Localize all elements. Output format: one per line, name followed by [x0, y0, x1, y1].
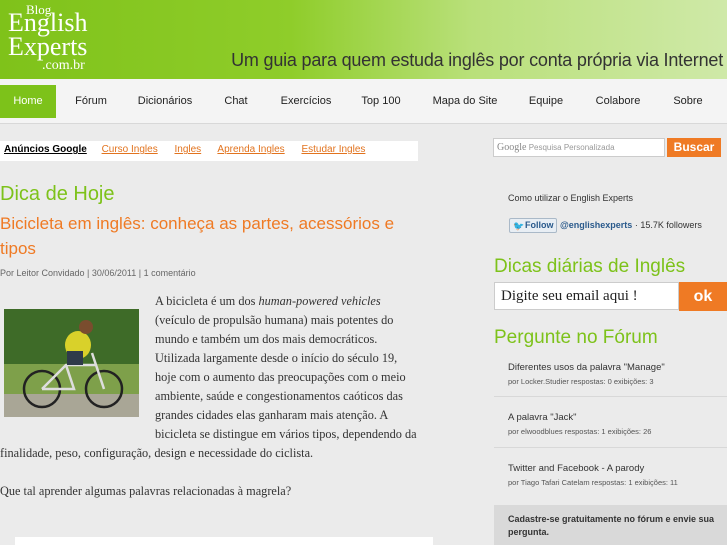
- forum-divider: [494, 396, 727, 397]
- daily-tips-title: Dicas diárias de Inglês: [494, 256, 686, 277]
- post-body: A bicicleta é um dos human-powered vehic…: [0, 292, 420, 463]
- post-title[interactable]: Bicicleta em inglês: conheça as partes, …: [0, 211, 410, 261]
- nav-forum[interactable]: Fórum: [66, 85, 116, 118]
- follow-label: Follow: [525, 220, 554, 230]
- forum-item-meta: por elwoodblues respostas: 1 exibições: …: [508, 427, 652, 436]
- forum-item[interactable]: Diferentes usos da palavra "Manage" por …: [508, 362, 718, 387]
- post-body-last-line: finalidade, peso, configuração, design e…: [0, 446, 314, 460]
- search-placeholder: Pesquisa Personalizada: [528, 143, 615, 152]
- twitter-follow-button[interactable]: 🐦 Follow: [509, 218, 557, 233]
- main-nav: Home Fórum Dicionários Chat Exercícios T…: [0, 79, 727, 124]
- nav-dicionarios[interactable]: Dicionários: [130, 85, 200, 118]
- post-body-first-line: A bicicleta é um dos human-powered vehic…: [0, 292, 420, 311]
- forum-signup-cta[interactable]: Cadastre-se gratuitamente no fórum e env…: [494, 505, 727, 545]
- nav-home[interactable]: Home: [0, 85, 56, 118]
- logo-experts-text: Experts: [8, 32, 88, 61]
- post-body-intro: A bicicleta é um dos: [155, 294, 256, 308]
- ad-link-estudar-ingles[interactable]: Estudar Ingles: [301, 144, 365, 155]
- search-button[interactable]: Buscar: [667, 138, 721, 157]
- twitter-handle: @englishexperts · 15.7K followers: [560, 220, 702, 230]
- post-body-line: bicicleta se distingue em vários tipos, …: [155, 427, 417, 441]
- forum-item-meta: por Tiago Tafari Catelam respostas: 1 ex…: [508, 478, 678, 487]
- post-question: Que tal aprender algumas palavras relaci…: [0, 484, 292, 498]
- post-body-line: ambiente, saúde e congestionamentos caót…: [155, 389, 403, 403]
- forum-item-title[interactable]: A palavra "Jack": [508, 412, 718, 423]
- email-submit-button[interactable]: ok: [679, 282, 727, 311]
- ad-link-curso-ingles[interactable]: Curso Ingles: [102, 144, 158, 155]
- nav-colabore[interactable]: Colabore: [588, 85, 648, 118]
- post-body-line: Utilizada largamente desde o início do s…: [155, 351, 398, 365]
- post-body-line: (veículo de propulsão humana) mais poten…: [155, 313, 394, 327]
- search-input[interactable]: Google Pesquisa Personalizada: [493, 138, 665, 157]
- nav-exercicios[interactable]: Exercícios: [272, 85, 340, 118]
- ad-link-aprenda-ingles[interactable]: Aprenda Ingles: [217, 144, 284, 155]
- site-logo[interactable]: Blog English Experts .com.br: [4, 0, 100, 78]
- nav-mapa-do-site[interactable]: Mapa do Site: [426, 85, 504, 118]
- post-body-italic: human-powered vehicles: [258, 294, 381, 308]
- forum-divider: [494, 447, 727, 448]
- nav-equipe[interactable]: Equipe: [518, 85, 574, 118]
- forum-title: Pergunte no Fórum: [494, 327, 658, 348]
- twitter-bird-icon: 🐦: [513, 221, 525, 231]
- nav-top100[interactable]: Top 100: [352, 85, 410, 118]
- twitter-handle-name[interactable]: @englishexperts: [560, 220, 632, 230]
- google-logo: Google: [497, 142, 527, 153]
- post-meta: Por Leitor Convidado | 30/06/2011 | 1 co…: [0, 268, 196, 278]
- post-body-line: mundo e também um dos mais democráticos.: [155, 332, 378, 346]
- content-box: [15, 537, 433, 545]
- forum-item[interactable]: A palavra "Jack" por elwoodblues respost…: [508, 412, 718, 437]
- nav-chat[interactable]: Chat: [216, 85, 256, 118]
- how-to-link[interactable]: Como utilizar o English Experts: [508, 193, 633, 203]
- forum-item-title[interactable]: Diferentes usos da palavra "Manage": [508, 362, 718, 373]
- site-header: Blog English Experts .com.br Um guia par…: [0, 0, 727, 79]
- forum-item-meta: por Locker.Studier respostas: 0 exibiçõe…: [508, 377, 654, 386]
- forum-item[interactable]: Twitter and Facebook - A parody por Tiag…: [508, 463, 718, 488]
- section-title: Dica de Hoje: [0, 183, 115, 205]
- ad-link-ingles[interactable]: Ingles: [174, 144, 201, 155]
- post-body-line: grandes cidades elas ganharam mais atenç…: [155, 408, 389, 422]
- site-tagline: Um guia para quem estuda inglês por cont…: [231, 50, 723, 70]
- twitter-follower-count: · 15.7K followers: [634, 220, 702, 230]
- post-body-line: hoje com o aumento das preocupações com …: [155, 370, 406, 384]
- forum-item-title[interactable]: Twitter and Facebook - A parody: [508, 463, 718, 474]
- ads-label[interactable]: Anúncios Google: [4, 144, 87, 155]
- email-field[interactable]: Digite seu email aqui !: [494, 282, 679, 310]
- nav-sobre[interactable]: Sobre: [664, 85, 712, 118]
- google-ads-bar: Anúncios Google Curso Ingles Ingles Apre…: [0, 141, 418, 161]
- logo-domain-text: .com.br: [42, 58, 85, 73]
